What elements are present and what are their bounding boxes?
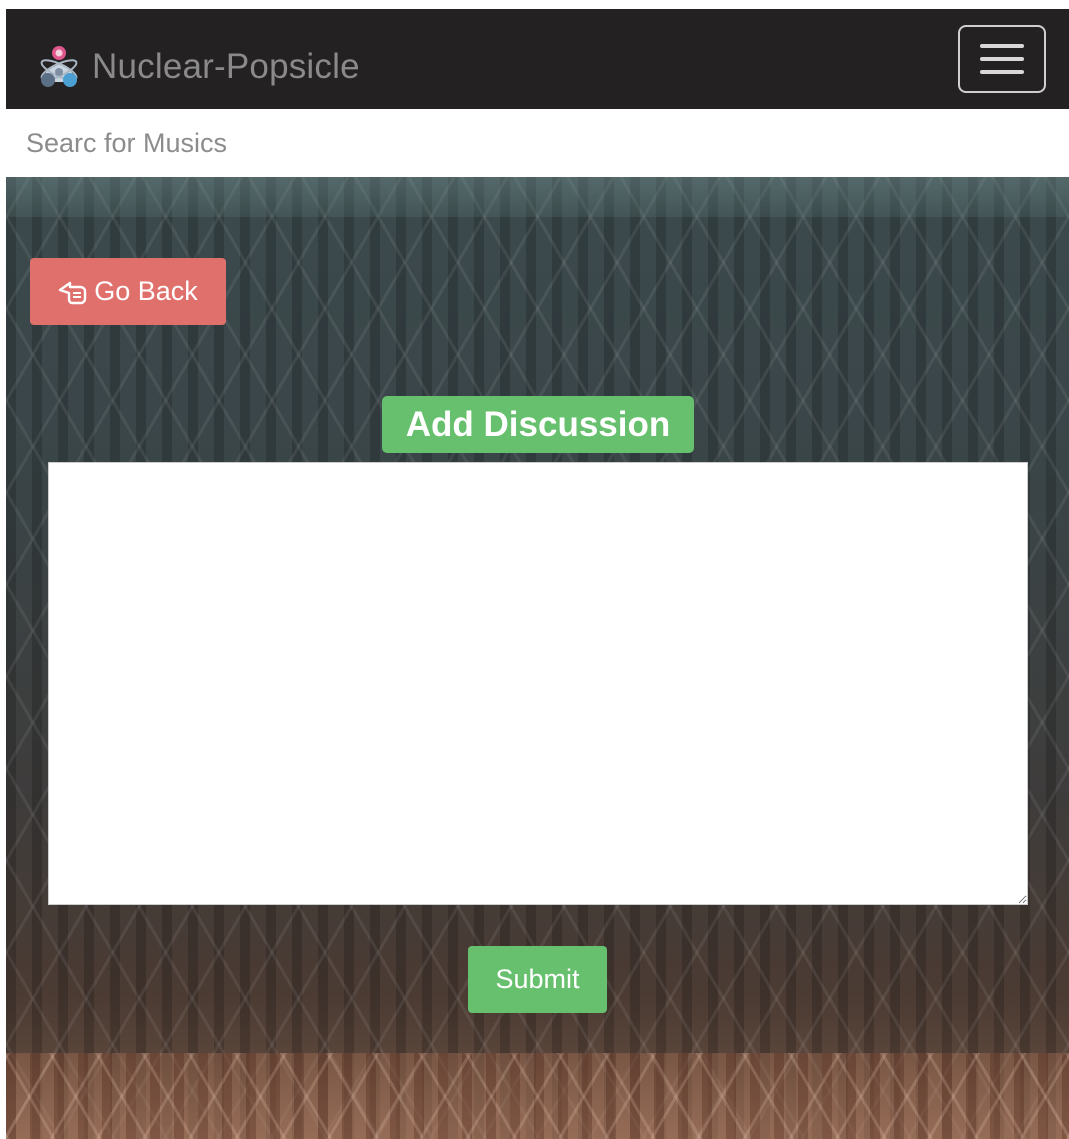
navbar: Nuclear-Popsicle <box>6 9 1069 109</box>
menu-toggle-button[interactable] <box>958 25 1046 93</box>
app-frame: Nuclear-Popsicle Go Back Add Discussion <box>6 9 1069 1139</box>
atom-people-logo-icon <box>40 46 78 87</box>
background-pattern-bottom <box>6 1053 1069 1139</box>
submit-button[interactable]: Submit <box>468 946 607 1013</box>
background-band-top <box>6 177 1069 217</box>
brand-name: Nuclear-Popsicle <box>92 47 360 86</box>
search-bar <box>6 109 1069 177</box>
hamburger-menu-icon <box>980 44 1024 48</box>
hamburger-menu-icon-bar <box>980 70 1024 74</box>
brand[interactable]: Nuclear-Popsicle <box>36 43 360 91</box>
background-band-bottom <box>6 1053 1069 1139</box>
page-title: Add Discussion <box>382 396 694 453</box>
submit-label: Submit <box>495 964 580 994</box>
discussion-textarea[interactable] <box>48 462 1028 905</box>
hamburger-menu-icon-bar <box>980 57 1024 61</box>
hand-pointing-left-icon <box>59 281 87 304</box>
go-back-button[interactable]: Go Back <box>30 258 226 325</box>
go-back-label: Go Back <box>94 276 198 306</box>
search-input[interactable] <box>6 109 1069 177</box>
main-content: Go Back Add Discussion Submit <box>6 177 1069 1139</box>
